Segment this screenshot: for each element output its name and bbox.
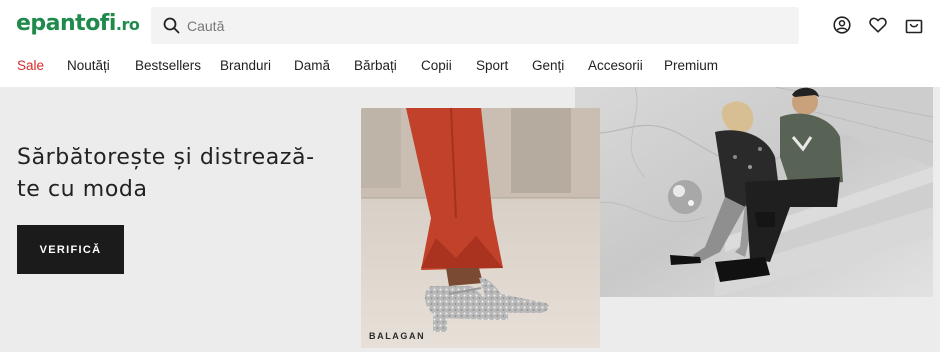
header: epantofi.ro [0,0,940,52]
search-icon[interactable] [163,17,180,34]
cart-icon[interactable] [904,15,924,35]
logo[interactable]: epantofi.ro [16,11,140,36]
nav-item-barbati[interactable]: Bărbați [354,58,397,73]
search-bar [151,7,799,44]
logo-main: epantofi [16,11,116,36]
logo-tld: .ro [115,15,140,34]
verify-button[interactable]: VERIFICĂ [17,225,124,274]
nav-item-sale[interactable]: Sale [17,58,44,73]
hero-headline-line2: te cu moda [17,177,148,202]
nav-item-genti[interactable]: Genți [532,58,564,73]
nav-item-branduri[interactable]: Branduri [220,58,271,73]
nav-item-bestsellers[interactable]: Bestsellers [135,58,201,73]
hero-headline-line1: Sărbătorește și distrează- [17,145,315,170]
hero-banner: Sărbătorește și distrează- te cu moda VE… [0,87,940,352]
hero-headline: Sărbătorește și distrează- te cu moda [17,142,357,206]
hero-image-couple[interactable] [575,87,933,297]
hero-image-shoes[interactable]: BALAGAN [361,108,600,348]
main-nav: Sale Noutăți Bestsellers Branduri Damă B… [0,52,940,87]
brand-tag: BALAGAN [369,331,426,341]
nav-item-accesorii[interactable]: Accesorii [588,58,643,73]
nav-item-premium[interactable]: Premium [664,58,718,73]
nav-item-sport[interactable]: Sport [476,58,508,73]
search-input[interactable] [187,7,787,44]
heart-icon[interactable] [868,15,888,35]
nav-item-dama[interactable]: Damă [294,58,330,73]
account-icon[interactable] [832,15,852,35]
nav-item-copii[interactable]: Copii [421,58,452,73]
nav-item-noutati[interactable]: Noutăți [67,58,110,73]
